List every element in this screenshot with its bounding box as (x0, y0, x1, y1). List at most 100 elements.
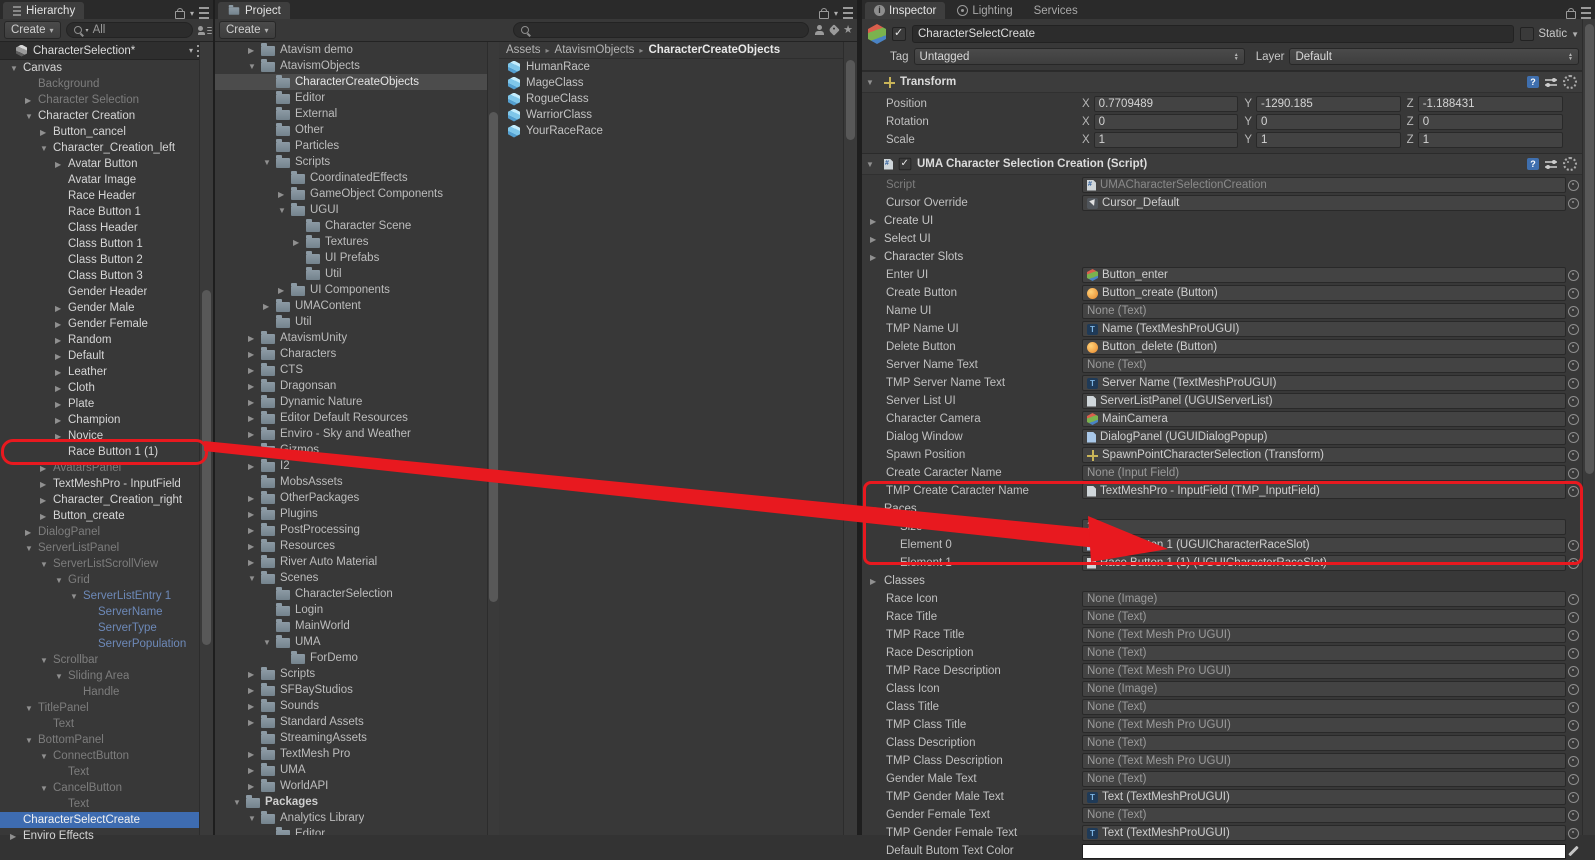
hierarchy-row[interactable]: ▶Character_Creation_right (0, 492, 200, 508)
asset-pane-scrollbar-thumb[interactable] (846, 60, 855, 140)
foldout-open-icon[interactable]: ▼ (40, 784, 53, 793)
project-tree-row[interactable]: ForDemo (215, 650, 487, 666)
hierarchy-row[interactable]: ▼Sliding Area (0, 668, 200, 684)
color-swatch[interactable] (1082, 844, 1566, 859)
inspector-foldout-create-ui[interactable]: ▶Create UI (862, 212, 1583, 230)
foldout-closed-icon[interactable]: ▶ (55, 400, 68, 409)
panel-menu-icon[interactable] (1581, 7, 1591, 19)
project-tree-row[interactable]: ▶TextMesh Pro (215, 746, 487, 762)
hierarchy-row[interactable]: ▶Champion (0, 412, 200, 428)
project-tree-row[interactable]: MainWorld (215, 618, 487, 634)
foldout-closed-icon[interactable]: ▶ (40, 464, 53, 473)
gameobject-name-field[interactable]: CharacterSelectCreate (912, 25, 1514, 43)
hierarchy-row[interactable]: ▼Grid (0, 572, 200, 588)
project-tree-row[interactable]: ▶Resources (215, 538, 487, 554)
object-picker-icon[interactable] (1566, 684, 1581, 695)
hierarchy-row[interactable]: ▶Gender Female (0, 316, 200, 332)
object-picker-icon[interactable] (1566, 648, 1581, 659)
foldout-closed-icon[interactable]: ▶ (40, 480, 53, 489)
project-tree-row[interactable]: ▶Textures (215, 234, 487, 250)
asset-item[interactable]: YourRaceRace (498, 123, 844, 139)
project-tree-row[interactable]: ▶SFBayStudios (215, 682, 487, 698)
object-reference-field[interactable]: DialogPanel (UGUIDialogPopup) (1082, 429, 1566, 445)
object-reference-field[interactable]: None (Text) (1082, 807, 1566, 823)
hierarchy-row[interactable]: Text (0, 796, 200, 812)
foldout-closed-icon[interactable]: ▶ (40, 512, 53, 521)
project-tree-row[interactable]: ▶UMA (215, 762, 487, 778)
chevron-down-icon[interactable]: ▾ (190, 9, 194, 18)
foldout-closed-icon[interactable]: ▶ (248, 334, 261, 343)
breadcrumb-assets[interactable]: Assets (506, 44, 541, 56)
foldout-closed-icon[interactable]: ▶ (870, 253, 882, 262)
object-picker-icon[interactable] (1566, 630, 1581, 641)
foldout-open-icon[interactable]: ▼ (40, 560, 53, 569)
hierarchy-row[interactable]: ▼ServerListScrollView (0, 556, 200, 572)
hierarchy-create-button[interactable]: Create ▾ (4, 21, 61, 39)
inspector-scrollbar-thumb[interactable] (1585, 24, 1594, 474)
foldout-closed-icon[interactable]: ▶ (248, 494, 261, 503)
inspector-foldout-select-ui[interactable]: ▶Select UI (862, 230, 1583, 248)
hierarchy-row[interactable]: ▶Gender Male (0, 300, 200, 316)
object-reference-field[interactable]: None (Text Mesh Pro UGUI) (1082, 753, 1566, 769)
foldout-open-icon[interactable]: ▼ (55, 576, 68, 585)
scale-x-field[interactable]: 1 (1094, 132, 1239, 148)
foldout-open-icon[interactable]: ▼ (278, 206, 291, 215)
scale-y-field[interactable]: 1 (1256, 132, 1401, 148)
hierarchy-row[interactable]: CharacterSelectCreate (0, 812, 200, 828)
object-reference-field[interactable]: None (Text) (1082, 645, 1566, 661)
project-tree-row[interactable]: Editor (215, 90, 487, 106)
object-picker-icon[interactable] (1566, 540, 1581, 551)
rotation-x-field[interactable]: 0 (1094, 114, 1239, 130)
project-tree-row[interactable]: ▶WorldAPI (215, 778, 487, 794)
object-reference-field[interactable]: Cursor_Default (1082, 195, 1566, 211)
inspector-foldout-races[interactable]: ▼Races (862, 500, 1583, 518)
tab-project[interactable]: Project (218, 2, 290, 19)
object-picker-icon[interactable] (1566, 828, 1581, 839)
project-search-input[interactable] (513, 22, 810, 38)
object-reference-field[interactable]: Button_delete (Button) (1082, 339, 1566, 355)
foldout-closed-icon[interactable]: ▶ (10, 832, 23, 841)
presets-icon[interactable] (1545, 159, 1557, 169)
project-tree-row[interactable]: ▶Editor Default Resources (215, 410, 487, 426)
gear-icon[interactable] (1563, 157, 1577, 171)
object-picker-icon[interactable] (1566, 378, 1581, 389)
foldout-closed-icon[interactable]: ▶ (55, 416, 68, 425)
foldout-open-icon[interactable]: ▼ (866, 160, 879, 169)
project-tree-row[interactable]: ▶Atavism demo (215, 42, 487, 58)
hierarchy-row[interactable]: Background (0, 76, 200, 92)
script-component-header[interactable]: ▼ UMA Character Selection Creation (Scri… (862, 153, 1583, 175)
foldout-open-icon[interactable]: ▼ (25, 704, 38, 713)
foldout-open-icon[interactable]: ▼ (263, 638, 276, 647)
foldout-closed-icon[interactable]: ▶ (248, 558, 261, 567)
object-picker-icon[interactable] (1566, 342, 1581, 353)
hierarchy-row[interactable]: ▶Cloth (0, 380, 200, 396)
foldout-closed-icon[interactable]: ▶ (248, 526, 261, 535)
foldout-closed-icon[interactable]: ▶ (25, 528, 38, 537)
object-picker-icon[interactable] (1566, 558, 1581, 569)
foldout-closed-icon[interactable]: ▶ (248, 430, 261, 439)
project-tree-row[interactable]: CharacterSelection (215, 586, 487, 602)
foldout-open-icon[interactable]: ▼ (248, 62, 261, 71)
lock-icon[interactable] (1566, 11, 1576, 19)
layer-dropdown[interactable]: Default ▲▼ (1289, 48, 1579, 65)
foldout-closed-icon[interactable]: ▶ (248, 350, 261, 359)
object-reference-field[interactable]: Text (TextMeshProUGUI) (1082, 825, 1566, 841)
rotation-z-field[interactable]: 0 (1418, 114, 1563, 130)
foldout-closed-icon[interactable]: ▶ (293, 238, 306, 247)
project-tree-scrollbar-thumb[interactable] (489, 112, 498, 602)
object-picker-icon[interactable] (1566, 414, 1581, 425)
hierarchy-row[interactable]: ▼Scrollbar (0, 652, 200, 668)
project-tree-row[interactable]: ▼UMA (215, 634, 487, 650)
project-tree-row[interactable]: ▶Dynamic Nature (215, 394, 487, 410)
foldout-closed-icon[interactable]: ▶ (278, 190, 291, 199)
object-picker-icon[interactable] (1566, 324, 1581, 335)
hierarchy-row[interactable]: ▼BottomPanel (0, 732, 200, 748)
object-reference-field[interactable]: Race Button 1 (UGUICharacterRaceSlot) (1082, 537, 1566, 553)
foldout-closed-icon[interactable]: ▶ (248, 686, 261, 695)
project-tree-row[interactable]: ▶OtherPackages (215, 490, 487, 506)
project-tree-row[interactable]: ▼Packages (215, 794, 487, 810)
favorites-icon[interactable] (843, 25, 853, 35)
presets-icon[interactable] (1545, 77, 1557, 87)
project-tree-row[interactable]: ▶PostProcessing (215, 522, 487, 538)
hierarchy-row[interactable]: Text (0, 716, 200, 732)
